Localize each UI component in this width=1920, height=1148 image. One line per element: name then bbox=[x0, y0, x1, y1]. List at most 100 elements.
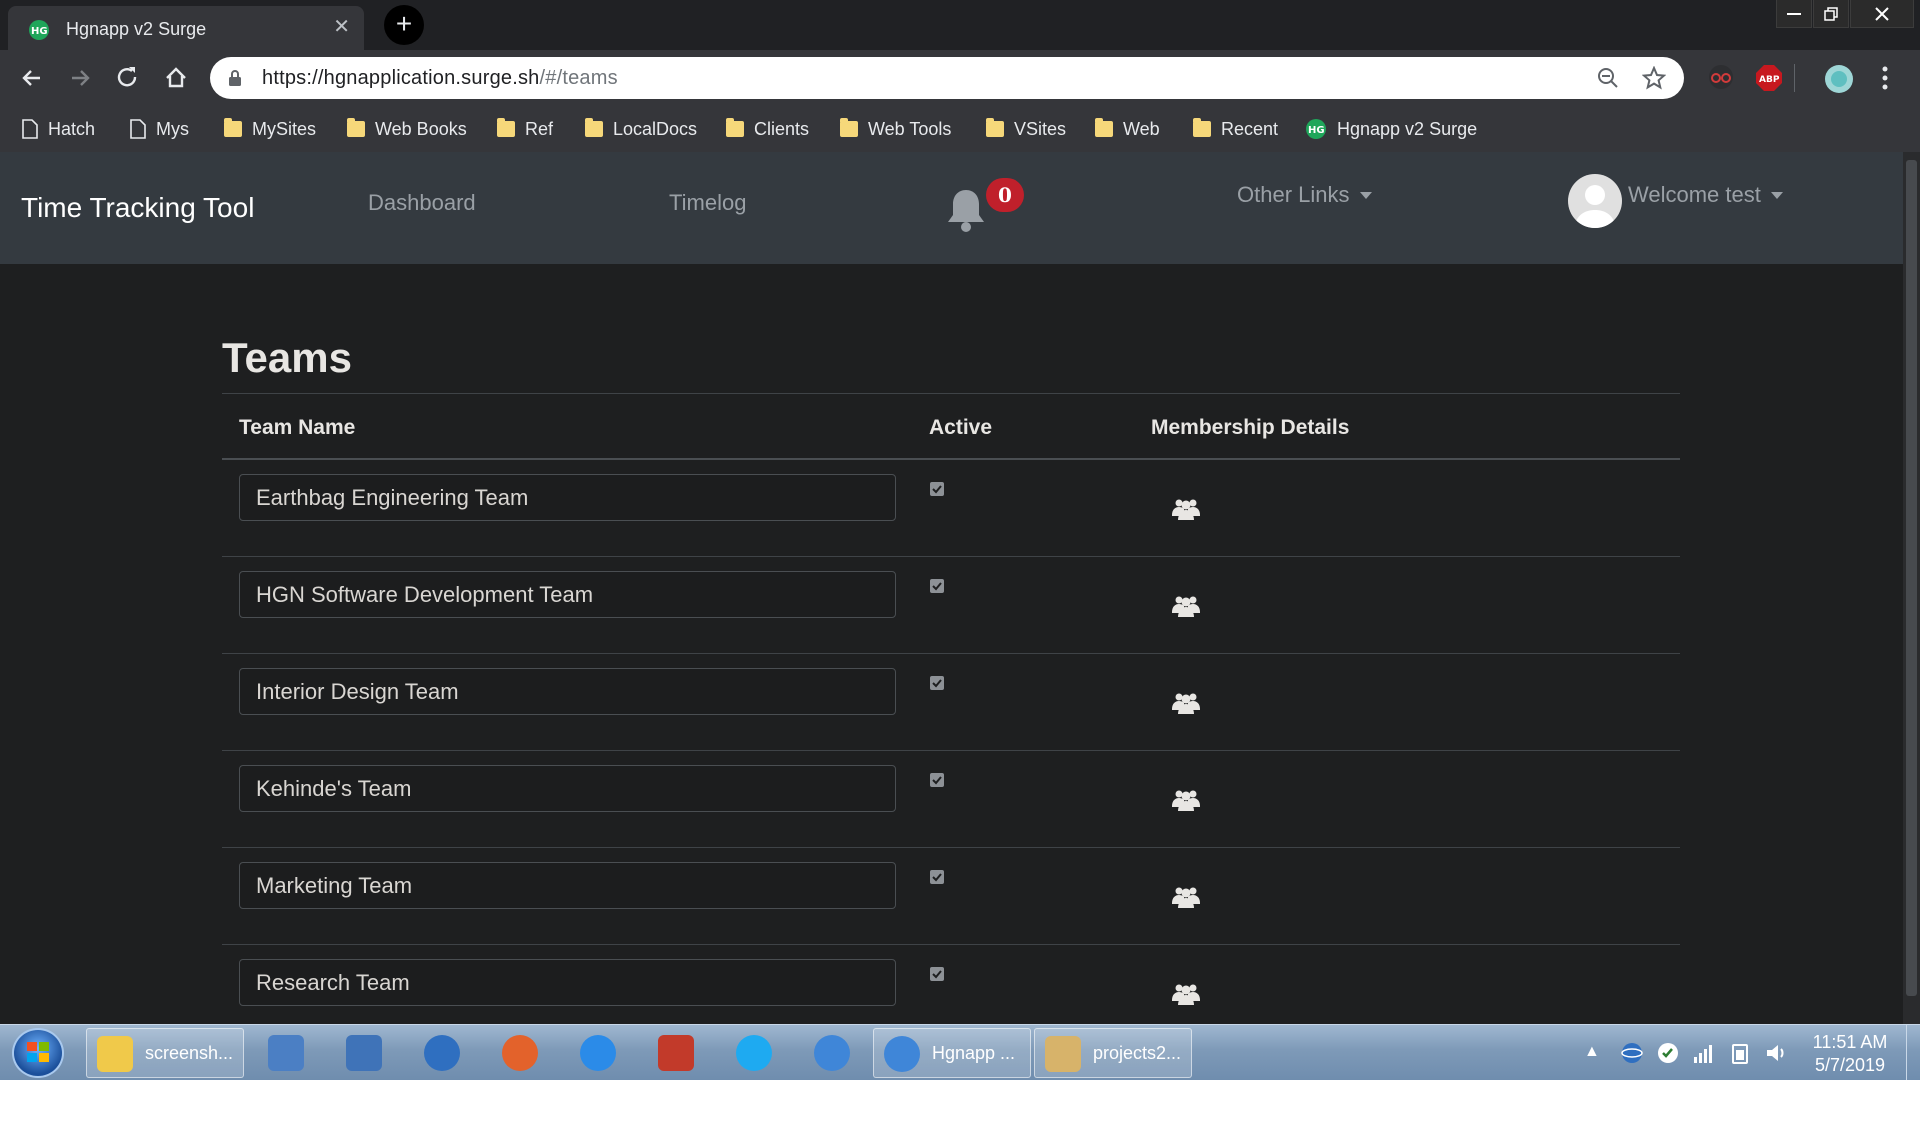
bookmark-label: LocalDocs bbox=[613, 118, 698, 139]
below-screen-area bbox=[0, 1080, 1920, 1148]
new-tab-button[interactable]: + bbox=[384, 5, 424, 45]
taskbar-item[interactable]: Hgnapp ... bbox=[873, 1028, 1031, 1078]
notification-bell-icon[interactable] bbox=[944, 186, 988, 234]
bookmark-label: Web Books bbox=[375, 118, 467, 139]
active-checkbox[interactable] bbox=[930, 870, 944, 884]
bookmark-recent[interactable]: Recent bbox=[1193, 117, 1278, 141]
taskbar-item[interactable] bbox=[488, 1028, 552, 1078]
table-row: Earthbag Engineering Team bbox=[222, 460, 1680, 557]
bookmark-hgnapp[interactable]: HG Hgnapp v2 Surge bbox=[1305, 117, 1477, 141]
start-button[interactable] bbox=[12, 1028, 64, 1078]
bookmark-mys[interactable]: Mys bbox=[130, 117, 189, 141]
membership-details-button[interactable] bbox=[1172, 593, 1200, 622]
bookmark-mysites[interactable]: MySites bbox=[224, 117, 316, 141]
back-icon[interactable] bbox=[18, 64, 46, 92]
zoom-out-icon[interactable] bbox=[1596, 66, 1620, 90]
system-clock[interactable]: 11:51 AM 5/7/2019 bbox=[1800, 1031, 1900, 1077]
active-checkbox[interactable] bbox=[930, 676, 944, 690]
team-name-input[interactable]: Kehinde's Team bbox=[239, 765, 896, 812]
reload-icon[interactable] bbox=[114, 64, 142, 92]
team-name-input[interactable]: Research Team bbox=[239, 959, 896, 1006]
active-checkbox[interactable] bbox=[930, 482, 944, 496]
active-checkbox[interactable] bbox=[930, 773, 944, 787]
bookmark-label: MySites bbox=[252, 118, 317, 139]
folder-icon bbox=[1193, 118, 1211, 137]
bookmark-label: Mys bbox=[156, 118, 189, 139]
home-icon[interactable] bbox=[162, 64, 190, 92]
membership-details-button[interactable] bbox=[1172, 496, 1200, 525]
team-name-input[interactable]: Interior Design Team bbox=[239, 668, 896, 715]
browser-tab[interactable]: HG Hgnapp v2 Surge ✕ bbox=[8, 6, 364, 50]
bookmark-star-icon[interactable] bbox=[1642, 66, 1666, 90]
taskbar-item[interactable] bbox=[644, 1028, 708, 1078]
bookmark-web-books[interactable]: Web Books bbox=[347, 117, 467, 141]
bookmark-ref[interactable]: Ref bbox=[497, 117, 553, 141]
taskbar-item[interactable] bbox=[410, 1028, 474, 1078]
taskbar-item[interactable]: screensh... bbox=[86, 1028, 244, 1078]
bookmark-hatch[interactable]: Hatch bbox=[22, 117, 95, 141]
bookmark-localdocs[interactable]: LocalDocs bbox=[585, 117, 697, 141]
forward-icon[interactable] bbox=[66, 64, 94, 92]
show-hidden-icons-icon[interactable]: ▲ bbox=[1584, 1043, 1600, 1061]
page-scrollbar[interactable] bbox=[1903, 152, 1920, 1024]
active-checkbox[interactable] bbox=[930, 967, 944, 981]
search-computer-icon bbox=[346, 1035, 382, 1071]
minimize-button[interactable] bbox=[1776, 0, 1812, 28]
close-icon bbox=[1875, 6, 1889, 21]
active-checkbox[interactable] bbox=[930, 579, 944, 593]
membership-details-button[interactable] bbox=[1172, 787, 1200, 816]
membership-details-button[interactable] bbox=[1172, 884, 1200, 913]
adblock-plus-icon[interactable]: ABP bbox=[1755, 64, 1783, 92]
hgn-favicon-icon: HG bbox=[29, 20, 49, 40]
close-tab-icon[interactable]: ✕ bbox=[333, 17, 350, 37]
network-globe-icon[interactable] bbox=[1620, 1041, 1644, 1065]
users-group-icon bbox=[1172, 499, 1200, 520]
users-group-icon bbox=[1172, 887, 1200, 908]
chevron-down-icon bbox=[1770, 191, 1783, 199]
taskbar-item[interactable] bbox=[722, 1028, 786, 1078]
close-window-button[interactable] bbox=[1850, 0, 1914, 28]
scrollbar-thumb[interactable] bbox=[1906, 160, 1917, 996]
extension-glasses-icon[interactable] bbox=[1708, 64, 1734, 90]
team-name-input[interactable]: HGN Software Development Team bbox=[239, 571, 896, 618]
address-bar[interactable]: https://hgnapplication.surge.sh/#/teams bbox=[210, 57, 1684, 99]
profile-avatar-icon[interactable] bbox=[1824, 64, 1854, 94]
bookmark-clients[interactable]: Clients bbox=[726, 117, 809, 141]
show-desktop-button[interactable] bbox=[1906, 1025, 1920, 1081]
user-avatar[interactable] bbox=[1568, 174, 1622, 228]
volume-icon[interactable] bbox=[1764, 1041, 1788, 1065]
app-brand[interactable]: Time Tracking Tool bbox=[21, 192, 254, 224]
restore-button[interactable] bbox=[1813, 0, 1849, 28]
bookmark-label: Ref bbox=[525, 118, 554, 139]
taskbar-item[interactable] bbox=[254, 1028, 318, 1078]
taskbar-item[interactable] bbox=[332, 1028, 396, 1078]
users-group-icon bbox=[1172, 693, 1200, 714]
team-name-input[interactable]: Marketing Team bbox=[239, 862, 896, 909]
svg-text:HG: HG bbox=[1308, 125, 1325, 136]
taskbar-item[interactable]: projects2... bbox=[1034, 1028, 1192, 1078]
battery-icon[interactable] bbox=[1728, 1041, 1752, 1065]
bookmark-vsites[interactable]: VSites bbox=[986, 117, 1066, 141]
taskbar-item[interactable] bbox=[800, 1028, 864, 1078]
membership-details-button[interactable] bbox=[1172, 981, 1200, 1010]
security-icon[interactable] bbox=[1656, 1041, 1680, 1065]
url-host: https://hgnapplication.surge.sh bbox=[262, 67, 540, 89]
bookmark-web-tools[interactable]: Web Tools bbox=[840, 117, 951, 141]
browser-menu-icon[interactable] bbox=[1880, 64, 1890, 92]
team-name-input[interactable]: Earthbag Engineering Team bbox=[239, 474, 896, 521]
nav-timelog[interactable]: Timelog bbox=[669, 190, 746, 216]
page-icon bbox=[130, 119, 146, 139]
folder-icon bbox=[1095, 118, 1113, 137]
bookmark-web[interactable]: Web bbox=[1095, 117, 1160, 141]
signal-bars-icon[interactable] bbox=[1692, 1041, 1716, 1065]
user-menu-dropdown[interactable]: Welcome test bbox=[1628, 182, 1783, 208]
windows-taskbar: screensh... Hgnapp ... projects2... ▲ 11:5… bbox=[0, 1024, 1920, 1081]
other-links-label: Other Links bbox=[1237, 182, 1350, 207]
membership-details-button[interactable] bbox=[1172, 690, 1200, 719]
column-header-active: Active bbox=[929, 416, 993, 439]
other-links-dropdown[interactable]: Other Links bbox=[1237, 182, 1372, 208]
nav-dashboard[interactable]: Dashboard bbox=[368, 190, 476, 216]
users-group-icon bbox=[1172, 596, 1200, 617]
taskbar-item[interactable] bbox=[566, 1028, 630, 1078]
column-header-membership: Membership Details bbox=[1151, 416, 1350, 439]
